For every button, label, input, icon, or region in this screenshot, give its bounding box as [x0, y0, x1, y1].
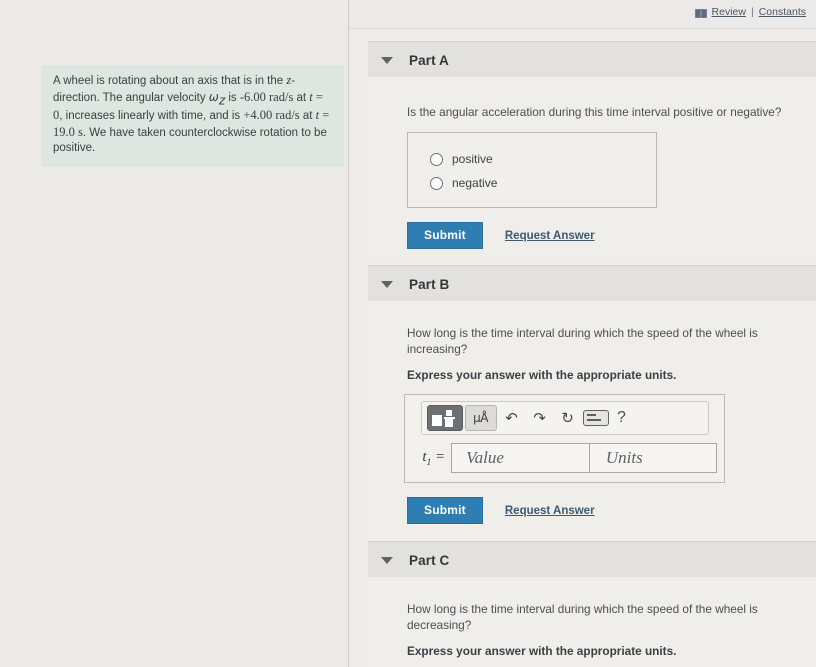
radio-mark-negative[interactable] — [430, 176, 443, 190]
part-c-question: How long is the time interval during whi… — [407, 602, 758, 632]
topbar-links: Review | Constants — [694, 6, 806, 18]
part-a-request-answer-link[interactable]: Request Answer — [505, 230, 595, 242]
review-link[interactable]: Review — [712, 6, 746, 18]
problem-text-line1c: is — [225, 91, 240, 104]
problem-text-line2a: at — [293, 91, 310, 104]
caret-down-icon[interactable] — [381, 280, 393, 288]
mastering-physics-problem-page: A wheel is rotating about an axis that i… — [0, 0, 816, 667]
radio-label-positive: positive — [452, 152, 493, 166]
units-mu-angstrom-icon[interactable]: μÅ — [464, 405, 497, 431]
part-b-submit-button[interactable]: Submit — [407, 497, 483, 524]
part-b-title: Part B — [409, 276, 450, 292]
part-a-answer-box: positive negative — [407, 132, 657, 208]
constants-link[interactable]: Constants — [759, 6, 806, 18]
part-b-express-instruction: Express your answer with the appropriate… — [407, 368, 677, 382]
part-a-question: Is the angular acceleration during this … — [407, 105, 782, 119]
part-a-title: Part A — [409, 52, 449, 68]
keyboard-icon[interactable] — [582, 407, 609, 429]
part-c-express-instruction: Express your answer with the appropriate… — [407, 644, 677, 658]
part-b-request-answer-link[interactable]: Request Answer — [505, 505, 595, 517]
part-b-submit-row: Submit Request Answer — [407, 497, 816, 524]
part-b-value-input[interactable]: Value — [451, 443, 590, 473]
radio-option-positive[interactable]: positive — [408, 147, 656, 171]
part-c-title: Part C — [409, 552, 450, 568]
caret-down-icon[interactable] — [381, 556, 393, 564]
math-template-icon[interactable] — [426, 405, 463, 431]
problem-text-line1a: A wheel is rotating about an axis that i… — [53, 75, 287, 87]
part-c-body: How long is the time interval during whi… — [368, 577, 816, 667]
part-b-header[interactable]: Part B — [368, 265, 816, 302]
help-icon[interactable]: ? — [611, 407, 633, 429]
problem-statement-box: A wheel is rotating about an axis that i… — [41, 65, 344, 167]
omega-final-value: +4.00 rad/s — [243, 108, 300, 123]
undo-icon[interactable]: ↶ — [499, 407, 525, 429]
redo-icon[interactable]: ↷ — [527, 407, 553, 429]
part-b-units-input[interactable]: Units — [589, 443, 717, 473]
part-b-entry-row: t1 = Value Units — [412, 443, 717, 473]
answer-pane: Review | Constants Part A Is the angular… — [349, 0, 816, 667]
caret-down-icon[interactable] — [381, 56, 393, 64]
problem-text-line3: . We have taken counterclockwise rotatio… — [53, 126, 327, 155]
part-b-body: How long is the time interval during whi… — [368, 301, 816, 541]
part-a-header[interactable]: Part A — [368, 41, 816, 78]
part-a-submit-button[interactable]: Submit — [407, 222, 483, 249]
part-a-body: Is the angular acceleration during this … — [368, 77, 816, 257]
problem-text-line2b: , increases linearly with time, and is — [59, 110, 244, 123]
problem-text-line2c: at — [299, 110, 316, 123]
radio-label-negative: negative — [452, 176, 498, 190]
omega-initial-value: -6.00 rad/s — [239, 89, 294, 104]
part-b-question: How long is the time interval during whi… — [407, 326, 758, 356]
omega-symbol: ω — [208, 89, 219, 104]
part-b-variable-label: t1 = — [422, 448, 446, 468]
reset-icon[interactable]: ↻ — [555, 407, 581, 429]
book-icon — [694, 8, 707, 18]
part-b-answer-widget: μÅ ↶ ↷ ↻ ? t1 = Value Units — [404, 394, 725, 483]
radio-option-negative[interactable]: negative — [408, 171, 656, 195]
part-b-math-toolbar: μÅ ↶ ↷ ↻ ? — [420, 401, 709, 435]
problem-statement-pane: A wheel is rotating about an axis that i… — [0, 0, 348, 667]
topbar-separator: | — [750, 6, 754, 18]
utility-topbar: Review | Constants — [349, 0, 816, 29]
part-c-header[interactable]: Part C — [368, 541, 816, 578]
radio-mark-positive[interactable] — [430, 152, 443, 166]
part-a-submit-row: Submit Request Answer — [407, 222, 816, 249]
